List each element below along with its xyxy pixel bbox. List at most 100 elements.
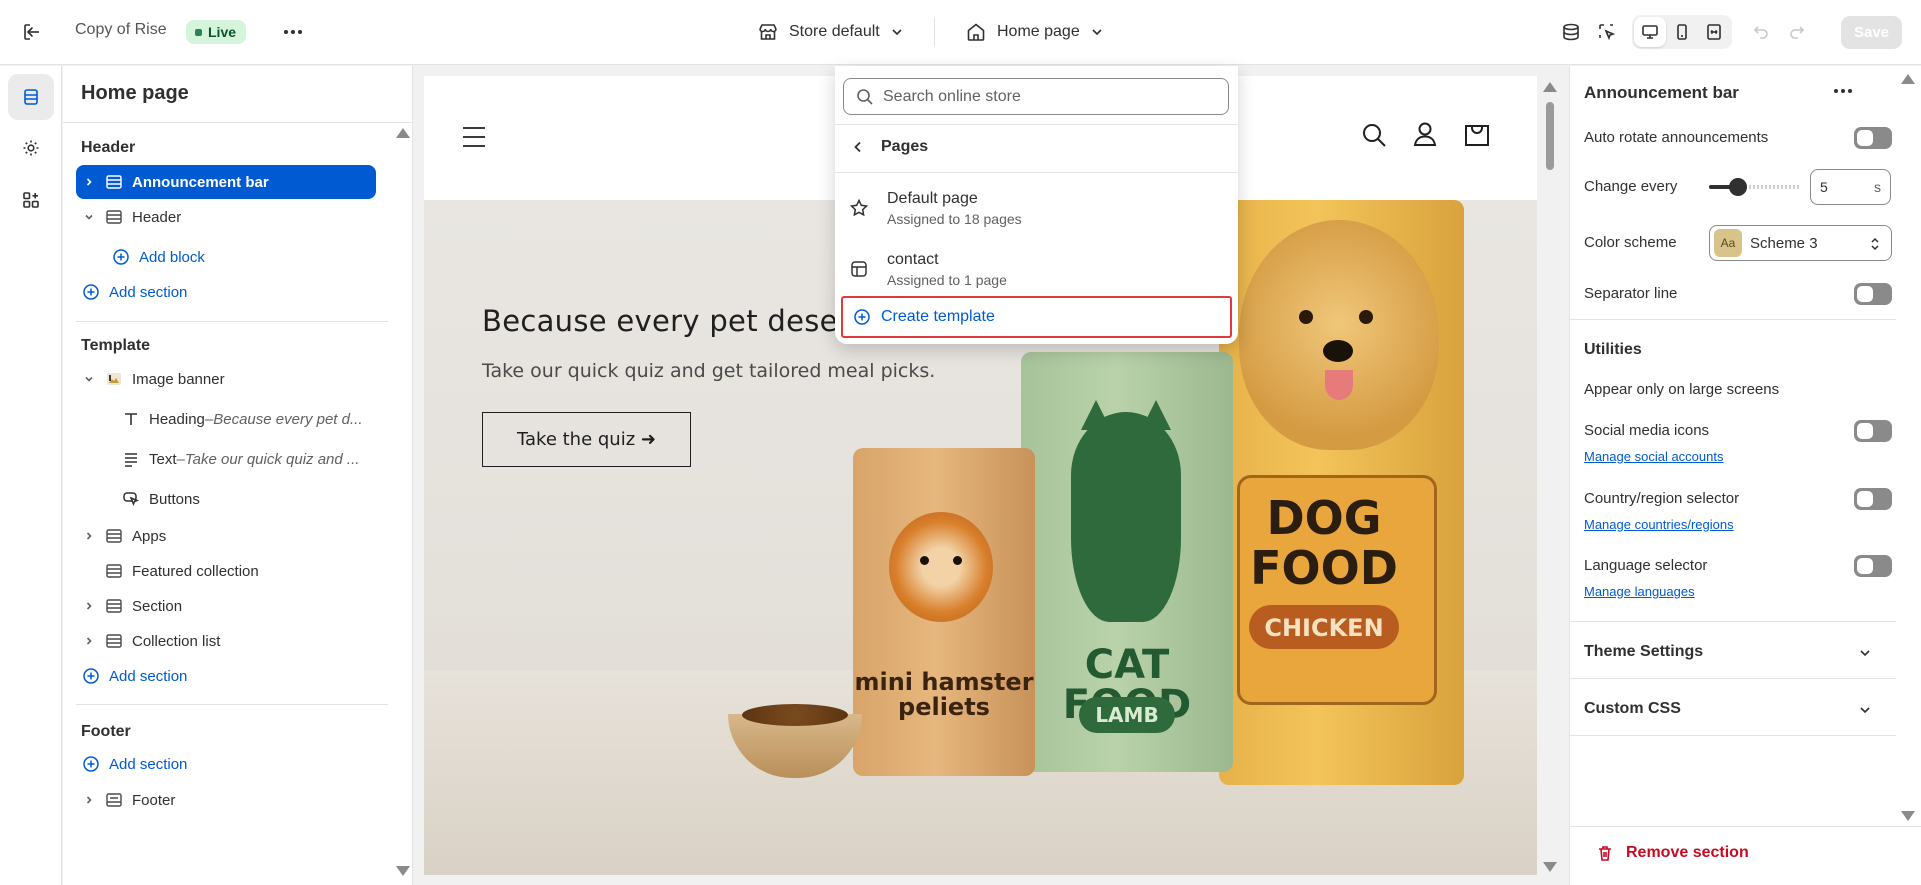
take-quiz-button[interactable]: Take the quiz ➜ bbox=[482, 412, 691, 467]
mobile-view-icon[interactable] bbox=[1666, 17, 1698, 47]
search-input[interactable] bbox=[883, 87, 1203, 106]
add-section-template-button[interactable]: Add section bbox=[81, 659, 187, 693]
section-featured-collection[interactable]: Featured collection bbox=[104, 554, 259, 588]
chevron-right-icon[interactable] bbox=[78, 633, 100, 649]
chevron-left-icon bbox=[854, 141, 861, 153]
color-scheme-label: Color scheme bbox=[1584, 234, 1677, 251]
text-heading-icon bbox=[121, 409, 141, 429]
section-announcement-bar[interactable]: Announcement bar bbox=[76, 165, 376, 199]
section-header[interactable]: Header bbox=[78, 200, 181, 234]
change-every-value: 5 bbox=[1820, 179, 1828, 195]
country-selector-toggle[interactable] bbox=[1854, 488, 1892, 510]
cart-icon[interactable] bbox=[1464, 120, 1490, 148]
template-title: Default page bbox=[887, 189, 978, 207]
section-label: Footer bbox=[132, 791, 176, 809]
scroll-up-arrow[interactable] bbox=[396, 128, 410, 138]
chevron-down-icon[interactable] bbox=[78, 209, 100, 225]
hamster-eye-right bbox=[953, 556, 962, 565]
chevron-right-icon[interactable] bbox=[78, 598, 100, 614]
page-selector-label: Home page bbox=[997, 23, 1080, 40]
sections-icon[interactable] bbox=[8, 74, 54, 120]
hamster-food-bag: mini hamster peliets bbox=[853, 448, 1035, 776]
section-image-banner[interactable]: Image banner bbox=[78, 362, 225, 396]
hamburger-menu-icon[interactable] bbox=[462, 126, 486, 148]
template-text: Default page Assigned to 18 pages bbox=[887, 190, 1022, 227]
custom-css-accordion[interactable]: Custom CSS bbox=[1584, 700, 1681, 718]
store-selector[interactable]: Store default bbox=[757, 19, 904, 45]
group-header: Header bbox=[81, 139, 136, 156]
settings-scroll-down[interactable] bbox=[1901, 811, 1915, 821]
block-heading[interactable]: Heading – Because every pet d... bbox=[121, 402, 379, 436]
chevron-down-icon[interactable] bbox=[1858, 646, 1872, 660]
auto-rotate-toggle[interactable] bbox=[1854, 127, 1892, 149]
page-selector[interactable]: Home page bbox=[965, 19, 1104, 45]
section-apps[interactable]: Apps bbox=[78, 519, 166, 553]
redo-icon[interactable] bbox=[1782, 16, 1812, 48]
manage-social-link[interactable]: Manage social accounts bbox=[1584, 449, 1723, 464]
viewport-switcher bbox=[1632, 15, 1732, 49]
block-preview: Take our quick quiz and ... bbox=[184, 450, 360, 468]
plus-circle-icon bbox=[854, 309, 870, 325]
chevron-down-icon[interactable] bbox=[1858, 703, 1872, 717]
add-section-footer-button[interactable]: Add section bbox=[81, 747, 187, 781]
template-default-page[interactable]: Default page Assigned to 18 pages bbox=[849, 182, 1224, 234]
chevron-right-icon[interactable] bbox=[78, 792, 100, 808]
block-text[interactable]: Text – Take our quick quiz and ... bbox=[121, 442, 379, 476]
group-template: Template bbox=[81, 337, 151, 354]
preview-scrollbar[interactable] bbox=[1541, 66, 1559, 885]
preview-scroll-thumb[interactable] bbox=[1546, 102, 1554, 170]
block-buttons[interactable]: Buttons bbox=[121, 482, 200, 516]
plus-circle-icon bbox=[81, 666, 101, 686]
scroll-down-arrow[interactable] bbox=[396, 866, 410, 876]
cat-bag-flavor: LAMB bbox=[1095, 703, 1159, 727]
back-to-templates-button[interactable]: Pages bbox=[851, 138, 928, 156]
theme-title: Copy of Rise bbox=[75, 21, 167, 38]
chevron-right-icon[interactable] bbox=[78, 174, 100, 190]
change-every-slider-thumb[interactable] bbox=[1729, 178, 1747, 196]
kibble-pile bbox=[742, 704, 848, 726]
add-section-label: Add section bbox=[109, 755, 188, 773]
settings-gear-icon[interactable] bbox=[8, 125, 54, 171]
dog-bag-title-2: FOOD bbox=[1250, 541, 1398, 595]
live-status-badge: Live bbox=[186, 20, 247, 44]
manage-countries-link[interactable]: Manage countries/regions bbox=[1584, 517, 1734, 532]
change-every-input[interactable]: 5 s bbox=[1810, 169, 1891, 205]
separator-line-toggle[interactable] bbox=[1854, 283, 1892, 305]
create-template-button[interactable]: Create template bbox=[841, 296, 1232, 338]
full-width-view-icon[interactable] bbox=[1698, 17, 1730, 47]
search-online-store-field[interactable] bbox=[843, 78, 1229, 115]
more-actions-icon[interactable] bbox=[1830, 80, 1856, 102]
add-block-button[interactable]: Add block bbox=[111, 240, 205, 274]
hamster-bag-label: mini hamster peliets bbox=[854, 668, 1034, 722]
chevron-down-icon[interactable] bbox=[78, 371, 100, 387]
inspector-cursor-icon[interactable] bbox=[1592, 16, 1622, 48]
language-selector-toggle[interactable] bbox=[1854, 555, 1892, 577]
social-media-toggle[interactable] bbox=[1854, 420, 1892, 442]
save-button[interactable]: Save bbox=[1841, 16, 1902, 49]
cat-silhouette bbox=[1071, 412, 1181, 622]
section-collection-list[interactable]: Collection list bbox=[78, 624, 220, 658]
theme-settings-accordion[interactable]: Theme Settings bbox=[1584, 643, 1703, 661]
language-selector-label: Language selector bbox=[1584, 557, 1708, 574]
add-section-header-button[interactable]: Add section bbox=[81, 275, 187, 309]
preview-scroll-up[interactable] bbox=[1543, 82, 1557, 92]
auto-rotate-label: Auto rotate announcements bbox=[1584, 129, 1769, 146]
select-arrows-icon bbox=[1871, 237, 1879, 251]
database-icon[interactable] bbox=[1556, 16, 1586, 48]
more-actions-icon[interactable] bbox=[280, 20, 306, 44]
chevron-right-icon[interactable] bbox=[78, 528, 100, 544]
desktop-view-icon[interactable] bbox=[1634, 17, 1666, 47]
preview-scroll-down[interactable] bbox=[1543, 862, 1557, 872]
manage-languages-link[interactable]: Manage languages bbox=[1584, 584, 1695, 599]
settings-scroll-up[interactable] bbox=[1901, 74, 1915, 84]
template-contact[interactable]: contact Assigned to 1 page bbox=[849, 243, 1224, 295]
section-footer[interactable]: Footer bbox=[78, 783, 175, 817]
color-scheme-select[interactable]: Aa Scheme 3 bbox=[1709, 225, 1892, 261]
exit-icon[interactable] bbox=[20, 20, 44, 44]
apps-grid-icon[interactable] bbox=[8, 177, 54, 223]
section-section[interactable]: Section bbox=[78, 589, 182, 623]
search-icon[interactable] bbox=[1361, 122, 1387, 148]
remove-section-button[interactable]: Remove section bbox=[1596, 844, 1749, 862]
account-icon[interactable] bbox=[1412, 121, 1438, 147]
undo-icon[interactable] bbox=[1746, 16, 1776, 48]
